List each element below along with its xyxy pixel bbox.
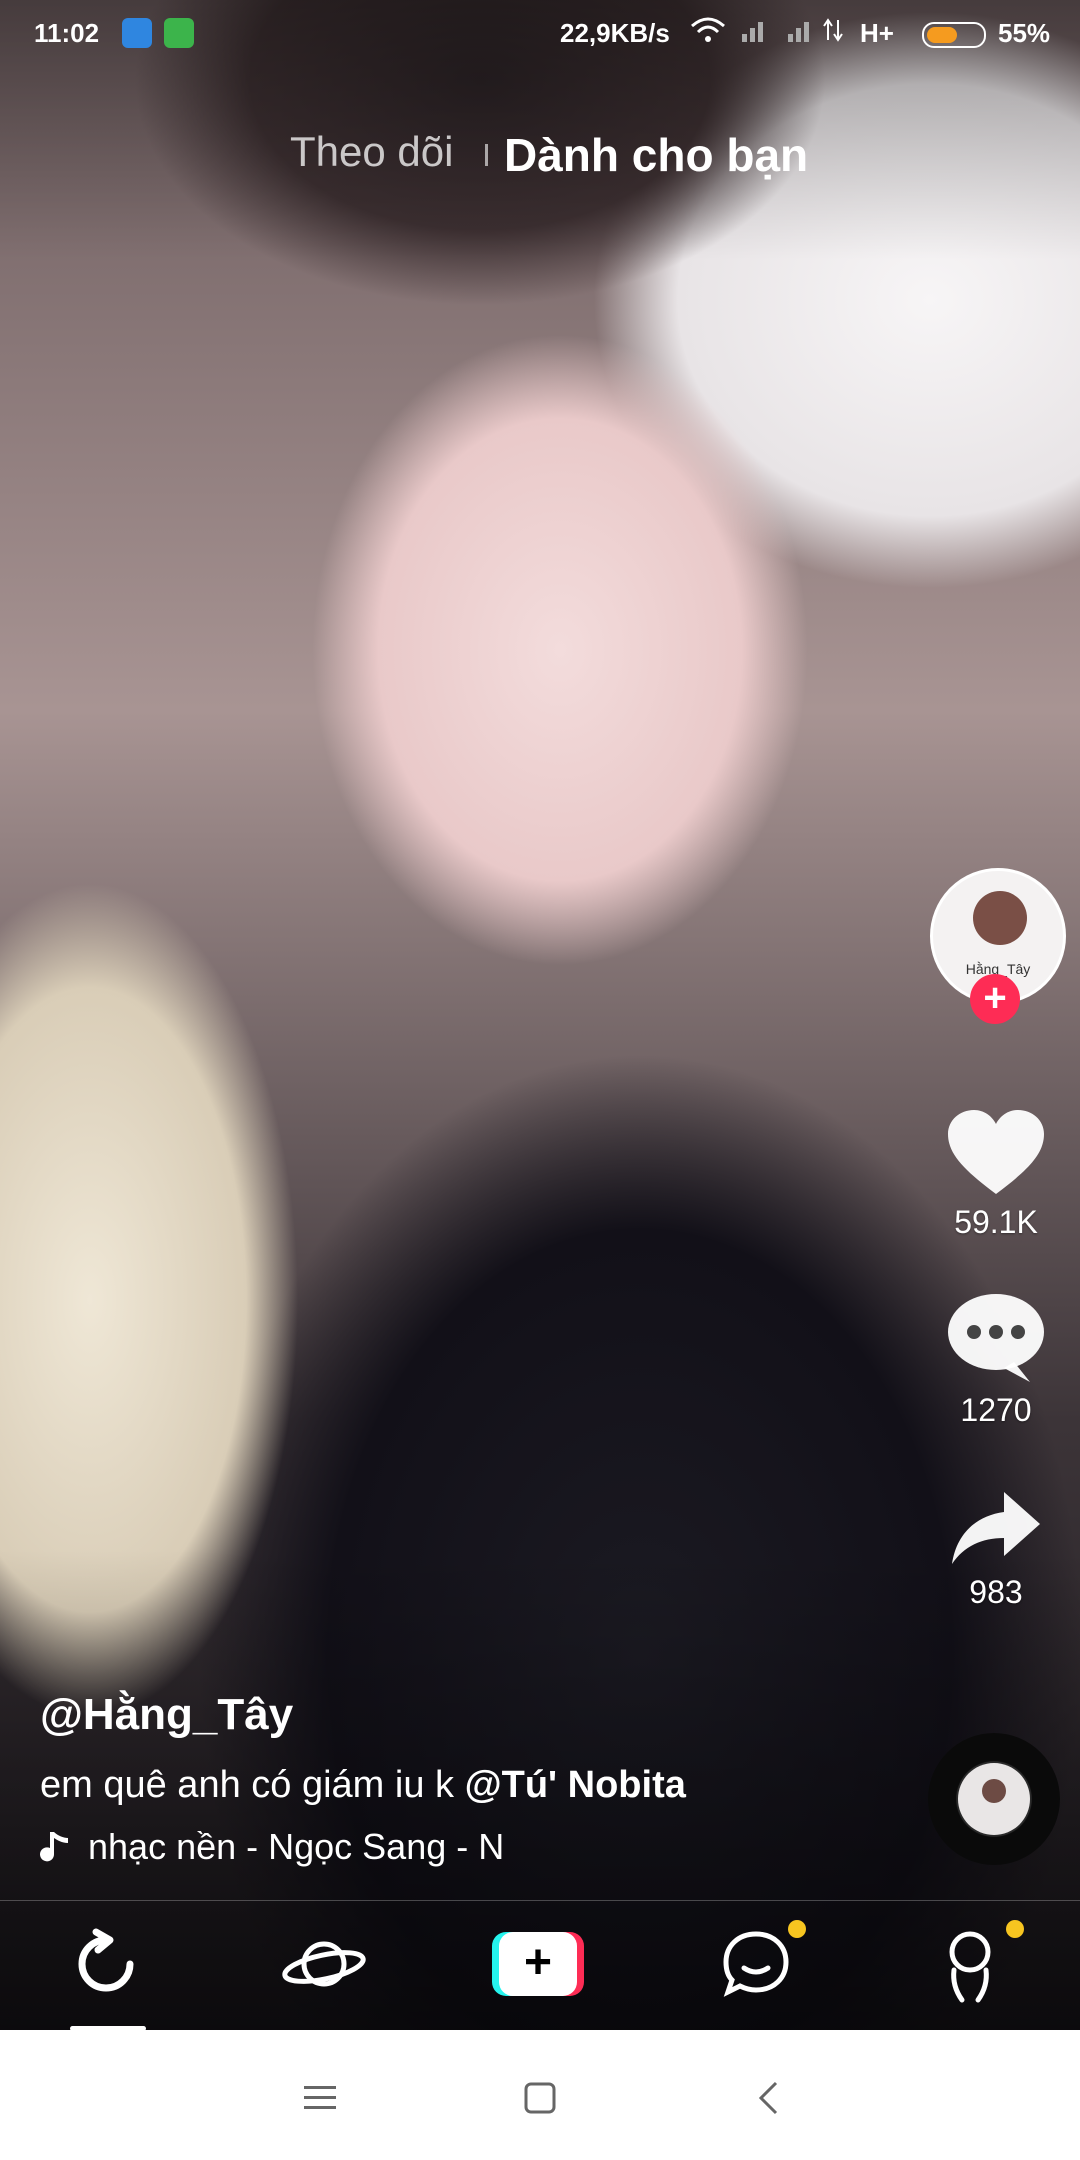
profile-icon (949, 1931, 991, 2003)
battery-icon (922, 22, 986, 48)
share-count: 983 (969, 1574, 1023, 1610)
cat-app-icon (164, 18, 194, 48)
like-count: 59.1K (954, 1204, 1038, 1240)
music-disc-cover-dot (982, 1779, 1006, 1803)
share-icon (952, 1492, 1040, 1564)
caption-mention[interactable]: @Tú' Nobita (465, 1764, 686, 1806)
feed-tabs: Theo dõi Dành cho bạn (0, 128, 1080, 188)
profile-notification-badge (1006, 1920, 1024, 1938)
create-icon: + (492, 1932, 584, 1996)
create-icon-plus: + (499, 1932, 577, 1996)
network-type: H+ (860, 18, 894, 48)
network-speed: 22,9KB/s (560, 18, 670, 48)
heart-icon (948, 1110, 1044, 1194)
caption-text: em quê anh có giám iu k (40, 1764, 465, 1806)
tab-for-you[interactable]: Dành cho bạn (504, 128, 808, 182)
nav-home[interactable] (56, 1924, 156, 2004)
like-button[interactable]: 59.1K (926, 1106, 1066, 1241)
music-info[interactable]: nhạc nền - Ngọc Sang - N (40, 1826, 504, 1868)
wifi-icon (690, 16, 726, 51)
home-icon (78, 1928, 134, 1992)
nav-discover[interactable] (274, 1924, 374, 2004)
music-disc-cover (958, 1763, 1030, 1835)
post-caption: em quê anh có giám iu k @Tú' Nobita (40, 1764, 686, 1807)
status-bar: 11:02 22,9KB/s H+ 55% (0, 0, 1080, 66)
app-notification-icon (122, 18, 152, 48)
battery-fill (927, 27, 957, 43)
inbox-icon (723, 1931, 789, 1997)
follow-plus-button[interactable]: + (970, 974, 1020, 1024)
share-button[interactable]: 983 (926, 1488, 1066, 1611)
nav-create[interactable]: + (488, 1924, 588, 2004)
music-note-icon (40, 1832, 68, 1862)
discover-icon (282, 1941, 366, 1987)
music-disc[interactable] (928, 1733, 1060, 1865)
home-button[interactable] (510, 2078, 570, 2118)
author-username[interactable]: @Hằng_Tây (40, 1690, 293, 1740)
recent-apps-button[interactable] (290, 2078, 350, 2118)
avatar-face (973, 891, 1027, 945)
back-icon (758, 2081, 778, 2115)
bottom-nav: + (0, 1900, 1080, 2031)
comment-icon (948, 1294, 1044, 1382)
tab-following[interactable]: Theo dõi (290, 128, 453, 176)
square-icon (524, 2082, 556, 2114)
menu-icon (304, 2086, 336, 2109)
music-title: nhạc nền - Ngọc Sang - N (88, 1826, 505, 1867)
nav-profile[interactable] (920, 1924, 1020, 2004)
signal-icon (740, 16, 850, 51)
comment-count: 1270 (960, 1392, 1032, 1428)
battery-percent: 55% (998, 18, 1051, 48)
comment-button[interactable]: 1270 (926, 1290, 1066, 1429)
inbox-notification-badge (788, 1920, 806, 1938)
back-button[interactable] (738, 2078, 798, 2118)
status-time: 11:02 (34, 18, 100, 48)
system-nav-bar (0, 2030, 1080, 2160)
tab-divider (485, 144, 488, 166)
